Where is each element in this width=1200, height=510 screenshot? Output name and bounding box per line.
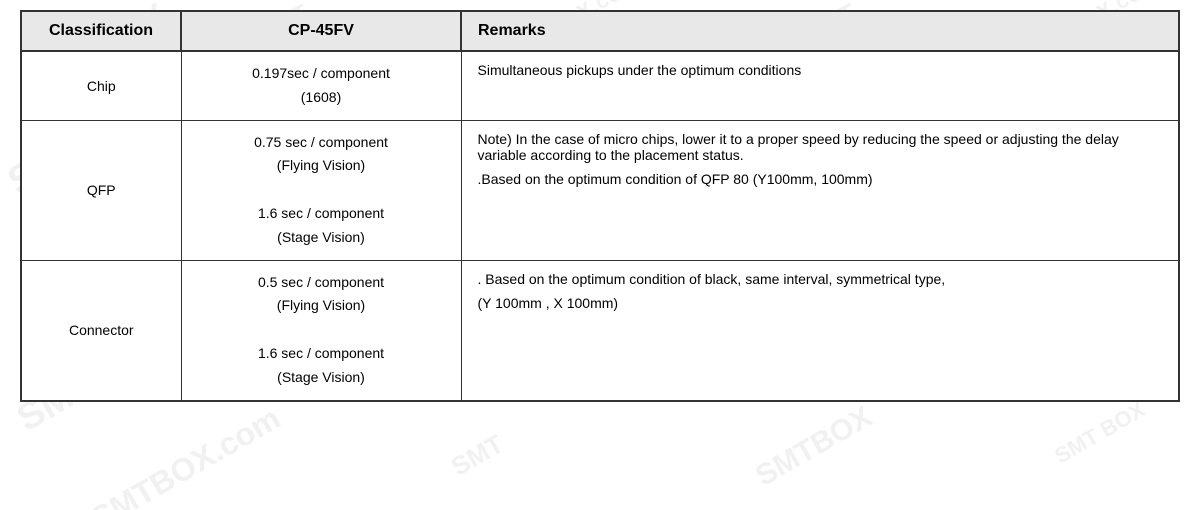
qfp-value-spacer <box>196 178 447 202</box>
header-cp-value: CP-45FV <box>181 11 461 51</box>
chip-value: 0.197sec / component (1608) <box>196 62 447 110</box>
chip-remark-1: Simultaneous pickups under the optimum c… <box>478 62 1163 78</box>
table-row-qfp: QFP 0.75 sec / component (Flying Vision)… <box>21 120 1179 260</box>
chip-value-line-2: (1608) <box>196 86 447 110</box>
connector-value-line-5: (Stage Vision) <box>196 366 447 390</box>
specs-table: Classification CP-45FV Remarks Chip 0.19… <box>20 10 1180 402</box>
qfp-remark-2: .Based on the optimum condition of QFP 8… <box>478 171 1163 187</box>
table-row-connector: Connector 0.5 sec / component (Flying Vi… <box>21 260 1179 400</box>
qfp-value-line-4: 1.6 sec / component <box>196 202 447 226</box>
cp-value-connector: 0.5 sec / component (Flying Vision) 1.6 … <box>181 260 461 400</box>
connector-value-spacer <box>196 318 447 342</box>
remarks-connector: . Based on the optimum condition of blac… <box>461 260 1179 400</box>
connector-value-line-1: 0.5 sec / component <box>196 271 447 295</box>
qfp-value: 0.75 sec / component (Flying Vision) 1.6… <box>196 131 447 250</box>
table-wrapper: Classification CP-45FV Remarks Chip 0.19… <box>0 0 1200 510</box>
remarks-chip: Simultaneous pickups under the optimum c… <box>461 51 1179 120</box>
classification-qfp: QFP <box>21 120 181 260</box>
table-row-chip: Chip 0.197sec / component (1608) Simulta… <box>21 51 1179 120</box>
connector-remark-1: . Based on the optimum condition of blac… <box>478 271 1163 287</box>
classification-connector: Connector <box>21 260 181 400</box>
qfp-label: QFP <box>87 182 116 198</box>
cp-value-qfp: 0.75 sec / component (Flying Vision) 1.6… <box>181 120 461 260</box>
chip-value-line-1: 0.197sec / component <box>196 62 447 86</box>
qfp-value-line-5: (Stage Vision) <box>196 226 447 250</box>
connector-value: 0.5 sec / component (Flying Vision) 1.6 … <box>196 271 447 390</box>
qfp-value-line-2: (Flying Vision) <box>196 154 447 178</box>
header-remarks: Remarks <box>461 11 1179 51</box>
cp-value-chip: 0.197sec / component (1608) <box>181 51 461 120</box>
table-header-row: Classification CP-45FV Remarks <box>21 11 1179 51</box>
connector-value-line-2: (Flying Vision) <box>196 294 447 318</box>
connector-remark-2: (Y 100mm , X 100mm) <box>478 295 1163 311</box>
chip-label: Chip <box>87 78 116 94</box>
connector-label: Connector <box>69 322 134 338</box>
remarks-qfp: Note) In the case of micro chips, lower … <box>461 120 1179 260</box>
qfp-value-line-1: 0.75 sec / component <box>196 131 447 155</box>
classification-chip: Chip <box>21 51 181 120</box>
qfp-remark-1: Note) In the case of micro chips, lower … <box>478 131 1163 163</box>
header-classification: Classification <box>21 11 181 51</box>
connector-value-line-4: 1.6 sec / component <box>196 342 447 366</box>
